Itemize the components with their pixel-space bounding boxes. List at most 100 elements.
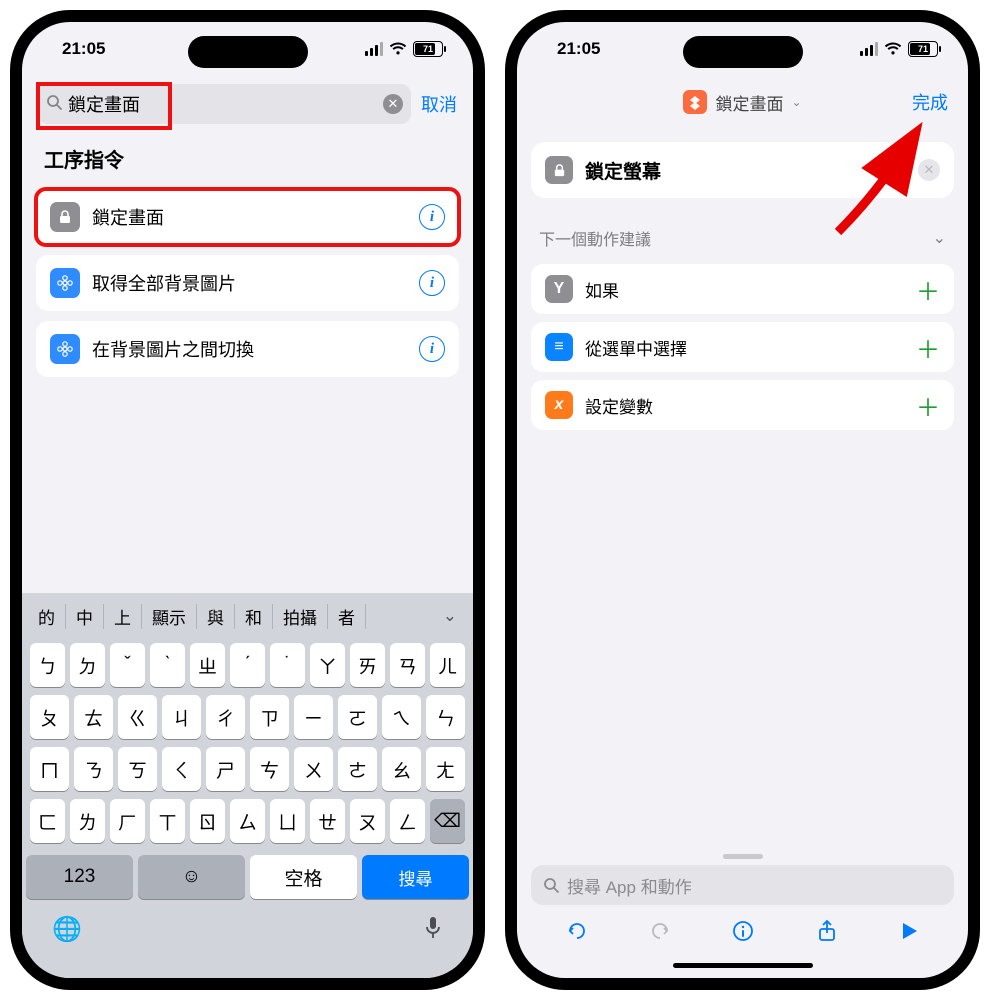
action-card-lock-screen[interactable]: 鎖定螢幕 ✕	[531, 142, 954, 198]
key[interactable]: ㄖ	[190, 799, 225, 843]
key[interactable]: ㄕ	[206, 747, 245, 791]
key[interactable]: ㄑ	[162, 747, 201, 791]
suggestion[interactable]: 拍攝	[273, 604, 328, 629]
globe-icon[interactable]: 🌐	[52, 915, 82, 948]
info-icon[interactable]	[731, 919, 755, 949]
shortcut-title-chip[interactable]: 鎖定畫面 ⌄	[673, 86, 811, 119]
suggestion[interactable]: 中	[66, 604, 104, 629]
info-icon[interactable]: i	[419, 204, 445, 230]
done-button[interactable]: 完成	[912, 89, 948, 115]
share-icon[interactable]	[815, 919, 839, 949]
add-icon[interactable]: ＋	[916, 330, 940, 365]
result-item-switch-wallpaper[interactable]: 在背景圖片之間切換 i	[36, 321, 459, 377]
key-search[interactable]: 搜尋	[362, 855, 469, 899]
key[interactable]: ㄜ	[338, 747, 377, 791]
key[interactable]: ˋ	[150, 643, 185, 687]
branching-icon: Y	[545, 275, 573, 303]
remove-action-icon[interactable]: ✕	[918, 159, 940, 181]
key[interactable]: ㄉ	[70, 643, 105, 687]
key[interactable]: ㄅ	[30, 643, 65, 687]
shortcuts-app-icon	[683, 90, 707, 114]
key[interactable]: ㄐ	[162, 695, 201, 739]
key[interactable]: ˊ	[230, 643, 265, 687]
suggestion[interactable]: 者	[328, 604, 366, 629]
result-item-lock-screen[interactable]: 鎖定畫面 i	[36, 189, 459, 245]
add-icon[interactable]: ＋	[916, 388, 940, 423]
key[interactable]: ㄨ	[294, 747, 333, 791]
key[interactable]: ㄞ	[350, 643, 385, 687]
key[interactable]: ㄘ	[250, 747, 289, 791]
key[interactable]: ㄔ	[206, 695, 245, 739]
undo-icon[interactable]	[565, 919, 589, 949]
result-item-get-wallpapers[interactable]: 取得全部背景圖片 i	[36, 255, 459, 311]
key[interactable]: ㄎ	[118, 747, 157, 791]
cellular-icon	[365, 42, 383, 56]
key[interactable]: ㄟ	[382, 695, 421, 739]
key[interactable]: ㄣ	[426, 695, 465, 739]
key[interactable]: ㄝ	[310, 799, 345, 843]
suggestion[interactable]: 顯示	[142, 604, 197, 629]
lock-icon	[50, 202, 80, 232]
search-input[interactable]: 鎖定畫面 ✕	[38, 84, 411, 124]
suggestion[interactable]: 與	[197, 604, 235, 629]
action-label: 鎖定螢幕	[585, 157, 906, 184]
key[interactable]: ㄩ	[270, 799, 305, 843]
suggestion[interactable]: 上	[104, 604, 142, 629]
suggestion-label: 設定變數	[585, 393, 904, 418]
grab-handle[interactable]	[723, 854, 763, 859]
key[interactable]: ㄤ	[426, 747, 465, 791]
screen-left: 21:05 71 鎖定畫面 ✕ 取消 工序指令	[22, 22, 473, 978]
key[interactable]: ˇ	[110, 643, 145, 687]
key[interactable]: ㄧ	[294, 695, 333, 739]
key[interactable]: ㄈ	[30, 799, 65, 843]
suggestion[interactable]: 的	[28, 604, 66, 629]
key[interactable]: ㄠ	[382, 747, 421, 791]
key[interactable]: ㄗ	[250, 695, 289, 739]
suggestion-item-set-variable[interactable]: x 設定變數 ＋	[531, 380, 954, 430]
flower-icon	[50, 334, 80, 364]
search-row: 鎖定畫面 ✕ 取消	[22, 76, 473, 134]
suggestion-list: Y 如果 ＋ ≡ 從選單中選擇 ＋ x 設定變數 ＋	[517, 264, 968, 430]
key[interactable]: ㄊ	[74, 695, 113, 739]
suggestion-item-if[interactable]: Y 如果 ＋	[531, 264, 954, 314]
key[interactable]: ㄋ	[74, 747, 113, 791]
suggestion-item-choose-from-menu[interactable]: ≡ 從選單中選擇 ＋	[531, 322, 954, 372]
lock-icon	[545, 156, 573, 184]
key[interactable]: ㄛ	[338, 695, 377, 739]
key[interactable]: ㄒ	[150, 799, 185, 843]
suggestion[interactable]: 和	[235, 604, 273, 629]
play-icon[interactable]	[898, 920, 920, 948]
chevron-down-icon: ⌄	[933, 228, 946, 248]
key[interactable]: ㄙ	[230, 799, 265, 843]
key[interactable]: ˙	[270, 643, 305, 687]
key-123[interactable]: 123	[26, 855, 133, 899]
key[interactable]: ㄡ	[350, 799, 385, 843]
key[interactable]: ㄚ	[310, 643, 345, 687]
add-icon[interactable]: ＋	[916, 272, 940, 307]
chevron-down-icon[interactable]: ⌄	[433, 606, 467, 626]
clear-search-icon[interactable]: ✕	[383, 94, 403, 114]
mic-icon[interactable]	[423, 915, 443, 948]
keyboard-suggestions: 的 中 上 顯示 與 和 拍攝 者 ⌄	[22, 593, 473, 639]
key[interactable]: ㄏ	[110, 799, 145, 843]
search-actions-input[interactable]: 搜尋 App 和動作	[531, 865, 954, 905]
suggestion-header[interactable]: 下一個動作建議 ⌄	[517, 208, 968, 256]
menu-icon: ≡	[545, 333, 573, 361]
phone-left: 21:05 71 鎖定畫面 ✕ 取消 工序指令	[10, 10, 485, 990]
key[interactable]: ㄆ	[30, 695, 69, 739]
key-emoji[interactable]: ☺	[138, 855, 245, 899]
key[interactable]: ㄍ	[118, 695, 157, 739]
key[interactable]: ㄥ	[390, 799, 425, 843]
key[interactable]: ㄦ	[430, 643, 465, 687]
cancel-button[interactable]: 取消	[421, 91, 457, 117]
info-icon[interactable]: i	[419, 336, 445, 362]
key[interactable]: ㄓ	[190, 643, 225, 687]
key[interactable]: ㄌ	[70, 799, 105, 843]
info-icon[interactable]: i	[419, 270, 445, 296]
wifi-icon	[884, 42, 902, 56]
key-space[interactable]: 空格	[250, 855, 357, 899]
key[interactable]: ㄇ	[30, 747, 69, 791]
key-backspace[interactable]: ⌫	[430, 799, 465, 843]
variable-icon: x	[545, 391, 573, 419]
key[interactable]: ㄢ	[390, 643, 425, 687]
